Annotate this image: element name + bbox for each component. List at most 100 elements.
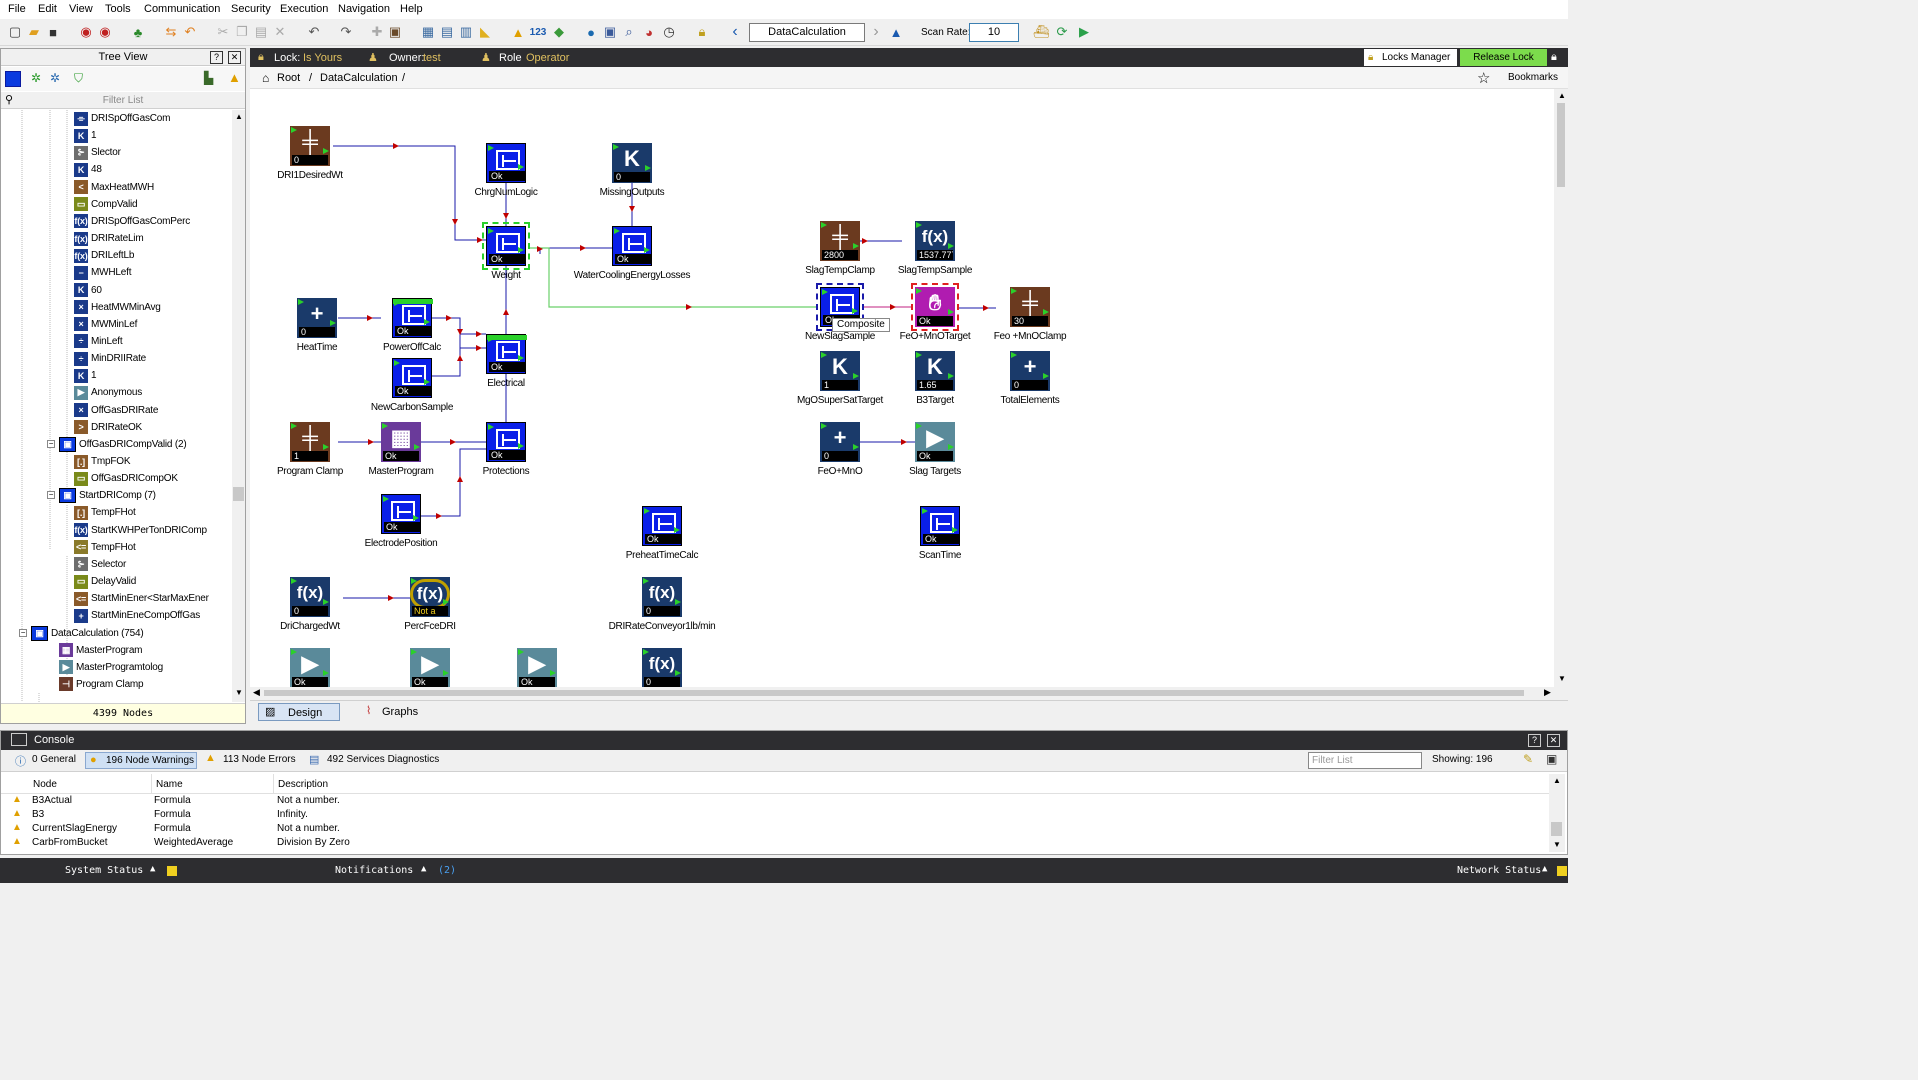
node-weight[interactable]: Ok Weight (482, 222, 530, 281)
input-port-icon[interactable] (411, 649, 417, 655)
output-port-icon[interactable] (424, 379, 430, 385)
output-port-icon[interactable] (674, 527, 680, 533)
input-port-icon[interactable] (916, 288, 922, 294)
input-port-icon[interactable] (922, 508, 928, 514)
tree-item[interactable]: > DRIRateOK (74, 419, 142, 436)
input-port-icon[interactable] (822, 289, 828, 295)
input-port-icon[interactable] (291, 578, 297, 584)
tree-item[interactable]: K1 (74, 127, 97, 144)
node-slagtempsample[interactable]: f(x) 1537.777 SlagTempSample (898, 221, 972, 276)
shield-icon[interactable]: ⛉ (74, 71, 83, 86)
tree-item[interactable]: − ▣ DataCalculation (754) (19, 625, 144, 642)
node-slagtempclamp[interactable]: ╪ 2800 SlagTempClamp (805, 221, 875, 276)
output-port-icon[interactable] (323, 444, 329, 450)
copy-icon[interactable]: ❐ (233, 23, 251, 41)
node-chrgnumlogic[interactable]: Ok ChrgNumLogic (474, 143, 538, 198)
column-description[interactable]: Description (278, 779, 328, 790)
scan-rate-input[interactable]: 10 (969, 23, 1019, 42)
input-port-icon[interactable] (394, 300, 400, 306)
node-missingoutputs[interactable]: K 0 MissingOutputs (600, 143, 665, 198)
output-port-icon[interactable] (948, 373, 954, 379)
table-row[interactable]: ▲ B3 Formula Infinity. (1, 808, 1549, 822)
output-port-icon[interactable] (550, 670, 556, 676)
forward-icon[interactable]: › (867, 23, 885, 41)
console-scroll-down-icon[interactable]: ▼ (1553, 840, 1561, 849)
output-port-icon[interactable] (323, 148, 329, 154)
node-totalelements[interactable]: +0 TotalElements (1001, 351, 1060, 406)
tree-icon[interactable]: ♣ (129, 23, 147, 41)
tree-item[interactable]: × MWMinLef (74, 316, 137, 333)
tree-item[interactable]: K1 (74, 367, 97, 384)
collapse-toggle-icon[interactable]: − (47, 439, 55, 448)
undo-icon[interactable]: ↶ (305, 23, 323, 41)
output-port-icon[interactable] (952, 527, 958, 533)
tree-item[interactable]: < MaxHeatMWH (74, 179, 154, 196)
warning-icon[interactable]: ▲ (509, 23, 527, 41)
home-icon[interactable]: ⌂ (262, 71, 269, 85)
node-mgosupersattarget[interactable]: K 1 MgOSuperSatTarget (797, 351, 883, 406)
scroll-up-icon[interactable]: ▲ (235, 112, 243, 121)
network-icon[interactable]: ▣ (601, 23, 619, 41)
tree-item[interactable]: + StartMinEneCompOffGas (74, 607, 200, 624)
node-heattime[interactable]: +0 HeatTime (297, 298, 338, 353)
scroll-down-icon[interactable]: ▼ (235, 688, 243, 697)
save-icon[interactable]: ■ (44, 23, 62, 41)
input-port-icon[interactable] (383, 496, 389, 502)
run-icon[interactable]: ▶ (1075, 23, 1093, 41)
input-port-icon[interactable] (518, 649, 524, 655)
console-close-icon[interactable]: ✕ (1547, 734, 1560, 747)
column-node[interactable]: Node (33, 779, 57, 790)
output-port-icon[interactable] (323, 599, 329, 605)
upload-icon[interactable]: ◉ (96, 23, 114, 41)
up-icon[interactable]: ▲ (887, 23, 905, 41)
output-port-icon[interactable] (323, 670, 329, 676)
lock-small-icon[interactable]: 🔒︎ (1551, 51, 1557, 64)
print-icon[interactable]: ▣ (386, 23, 404, 41)
input-port-icon[interactable] (488, 145, 494, 151)
save-log-icon[interactable]: ▣ (1546, 752, 1557, 766)
node-preheattimecalc[interactable]: Ok PreheatTimeCalc (626, 506, 698, 561)
tab-graphs[interactable]: ⌇ Graphs (364, 703, 434, 721)
tab-general[interactable]: ⓘ 0 General (9, 752, 79, 769)
delete-icon[interactable]: ✕ (271, 23, 289, 41)
hscroll-left-icon[interactable]: ◀ (253, 687, 260, 698)
star-icon[interactable]: ☆ (1477, 69, 1490, 87)
input-port-icon[interactable] (382, 423, 388, 429)
table-row[interactable]: ▲ B3Actual Formula Not a number. (1, 794, 1549, 808)
input-port-icon[interactable] (916, 222, 922, 228)
collapse-toggle-icon[interactable]: − (47, 491, 55, 500)
console-filter-input[interactable]: Filter List (1308, 752, 1422, 769)
input-port-icon[interactable] (488, 424, 494, 430)
hierarchy-icon[interactable]: ▙ (204, 71, 213, 85)
bookmarks-link[interactable]: Bookmarks (1508, 72, 1558, 83)
console-scrollbar[interactable]: ▲ ▼ (1549, 774, 1565, 852)
collapse-all-icon[interactable]: ✲ (50, 71, 60, 85)
back-icon[interactable]: ‹ (726, 23, 744, 41)
output-port-icon[interactable] (414, 444, 420, 450)
boat-icon[interactable]: ⛴︎ (1032, 23, 1050, 41)
input-port-icon[interactable] (394, 360, 400, 366)
vscroll-up-icon[interactable]: ▲ (1558, 91, 1566, 100)
node-electrical[interactable]: Ok Electrical (486, 334, 527, 389)
node-drirateconveyor[interactable]: f(x) 0 DRIRateConveyor1lb/min (609, 577, 716, 632)
clear-icon[interactable]: ✎ (1523, 752, 1533, 766)
output-port-icon[interactable] (948, 309, 954, 315)
hscroll-right-icon[interactable]: ▶ (1544, 687, 1551, 698)
output-port-icon[interactable] (948, 243, 954, 249)
output-port-icon[interactable] (644, 247, 650, 253)
undo-arrow-icon[interactable]: ↶ (181, 23, 199, 41)
output-port-icon[interactable] (853, 373, 859, 379)
tree-scrollbar[interactable]: ▲ ▼ (232, 110, 245, 702)
database-icon[interactable]: ▥ (457, 23, 475, 41)
tree-item[interactable]: ▭ CompValid (74, 196, 138, 213)
tree-item[interactable]: ⊱ Selector (74, 556, 126, 573)
search-icon[interactable]: ⌕ (620, 23, 638, 41)
download-icon[interactable]: ◉ (77, 23, 95, 41)
menu-execution[interactable]: Execution (280, 3, 328, 15)
node-percfcedri[interactable]: f(x) Not a PercFceDRI (404, 577, 456, 632)
output-port-icon[interactable] (853, 243, 859, 249)
tab-node-warnings[interactable]: ● 196 Node Warnings (85, 752, 197, 769)
tree-item[interactable]: <= StartMinEner<StarMaxEner (74, 590, 209, 607)
node-play3[interactable]: ▶ Ok (517, 648, 557, 687)
node-programclamp[interactable]: ╪ 1 Program Clamp (277, 422, 343, 477)
